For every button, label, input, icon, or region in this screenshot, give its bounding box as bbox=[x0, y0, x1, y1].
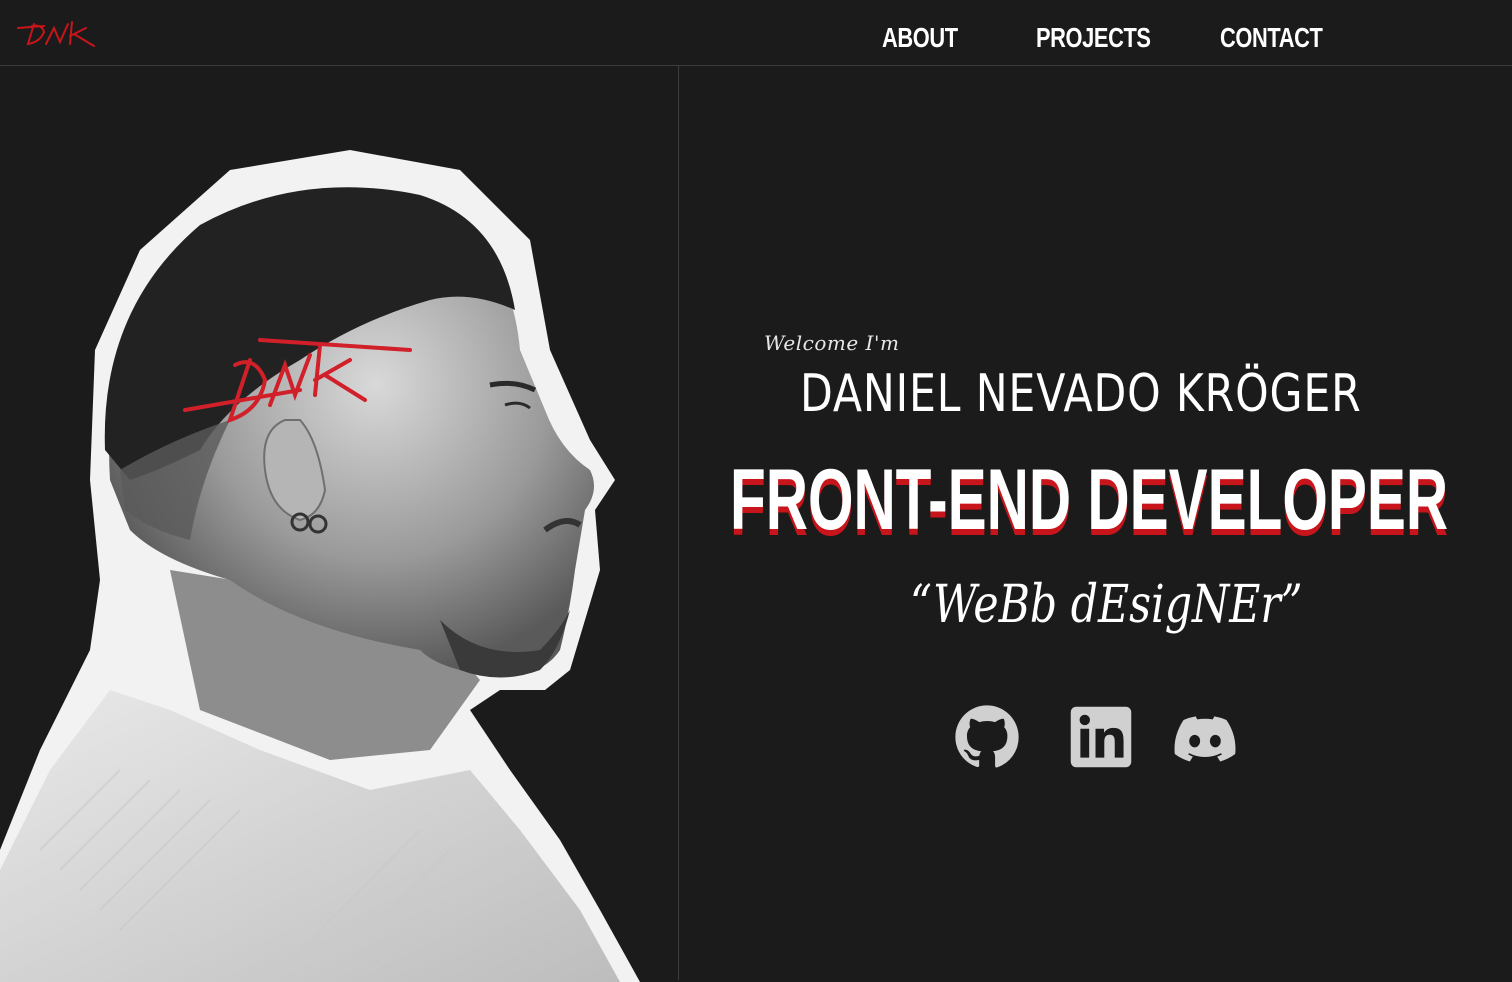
discord-icon[interactable] bbox=[1174, 704, 1236, 770]
vertical-divider bbox=[678, 66, 679, 980]
role-subtitle: “WeBb dEsigNEr” bbox=[910, 575, 1303, 635]
developer-name: DANIEL NEVADO KRÖGER bbox=[800, 364, 1362, 424]
top-navigation-bar: ABOUT PROJECTS CONTACT bbox=[0, 0, 1512, 66]
role-title: FRONT-END DEVELOPER bbox=[730, 452, 1449, 548]
nav-link-contact[interactable]: CONTACT bbox=[1220, 18, 1323, 58]
profile-portrait-photo bbox=[0, 150, 640, 982]
welcome-text: Welcome I'm bbox=[764, 331, 900, 355]
nav-link-about[interactable]: ABOUT bbox=[882, 18, 958, 58]
dnk-logo-icon[interactable] bbox=[14, 14, 100, 54]
github-icon[interactable] bbox=[954, 704, 1020, 770]
linkedin-icon[interactable] bbox=[1068, 704, 1134, 770]
nav-link-projects[interactable]: PROJECTS bbox=[1036, 18, 1151, 58]
